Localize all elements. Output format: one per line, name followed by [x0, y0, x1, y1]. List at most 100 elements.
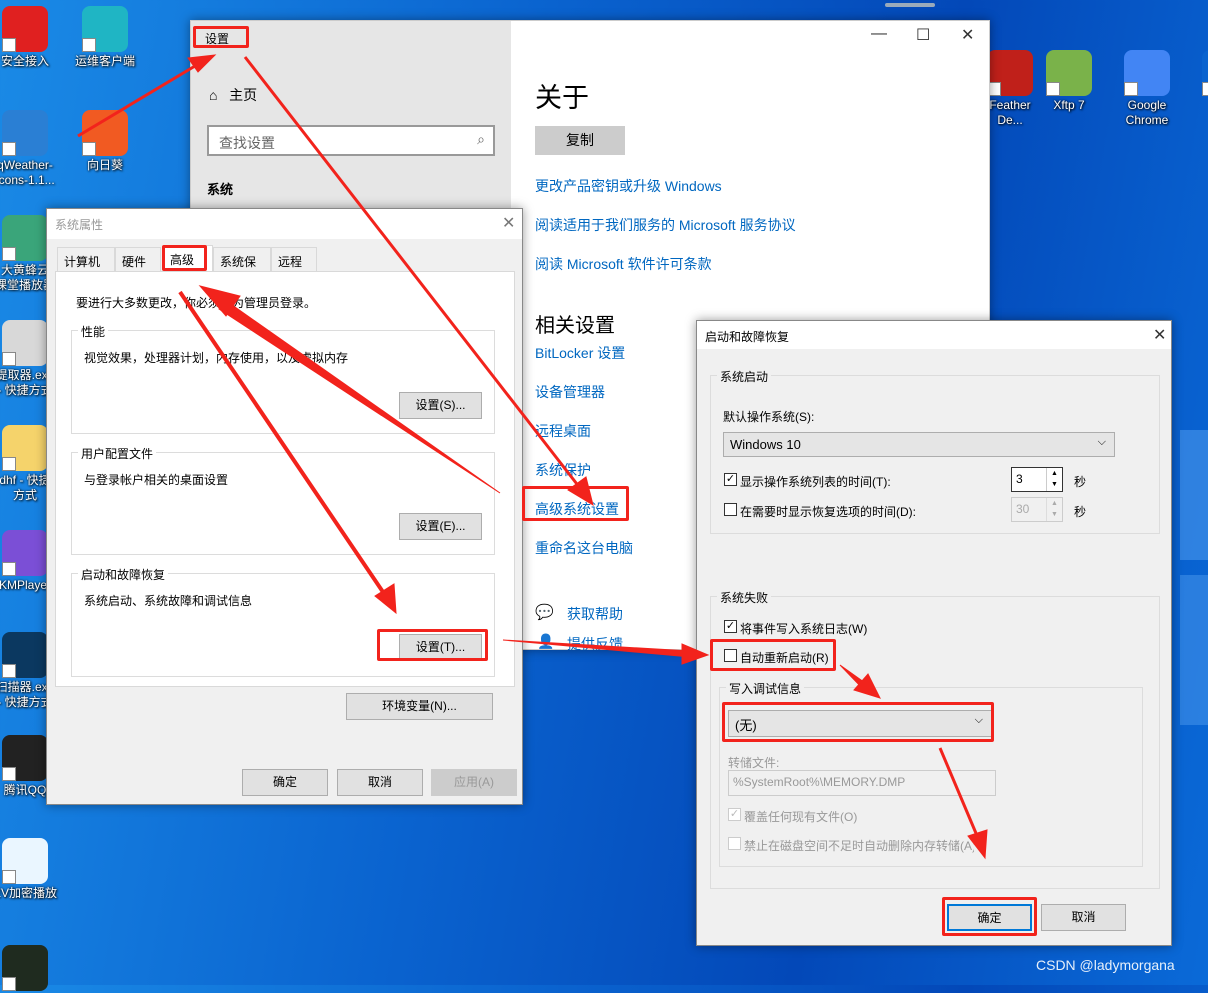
desktop-icon-label: Le — [1190, 98, 1208, 113]
home-icon: ⌂ — [209, 87, 218, 103]
app-icon — [1124, 50, 1170, 96]
maximize-button[interactable]: ☐ — [916, 25, 930, 45]
profile-settings-button[interactable]: 设置(E)... — [399, 513, 482, 540]
debug-info-select[interactable]: (无) ⌵ — [728, 710, 992, 737]
desktop-icon[interactable]: 安全接入 — [0, 6, 60, 69]
group-performance: 性能 视觉效果，处理器计划，内存使用，以及虚拟内存 设置(S)... — [71, 323, 495, 434]
desktop-icon[interactable] — [0, 945, 60, 993]
link-rename-pc[interactable]: 重命名这台电脑 — [535, 538, 633, 558]
window-title: 设置 — [205, 32, 230, 46]
tab-remote[interactable]: 远程 — [271, 247, 317, 272]
app-icon — [2, 838, 48, 884]
desktop-icon-label: Google Chrome — [1125, 98, 1169, 127]
apply-button[interactable]: 应用(A) — [431, 769, 517, 796]
search-input[interactable]: 查找设置 ⌕ — [207, 125, 495, 156]
wallpaper-pane — [1180, 430, 1208, 560]
performance-settings-button[interactable]: 设置(S)... — [399, 392, 482, 419]
cancel-button[interactable]: 取消 — [1041, 904, 1126, 931]
wallpaper-pane — [1180, 575, 1208, 725]
desktop-icon-label: 运维客户端 — [74, 54, 135, 68]
desktop-icon-label: qWeather- Icons-1.1... — [0, 158, 55, 187]
related-settings-title: 相关设置 — [535, 315, 615, 337]
disable-auto-delete-checkbox[interactable] — [728, 837, 741, 850]
cancel-button[interactable]: 取消 — [337, 769, 423, 796]
close-button[interactable]: ✕ — [1153, 325, 1166, 345]
app-icon — [2, 530, 48, 576]
show-recovery-checkbox[interactable] — [724, 503, 737, 516]
default-os-select[interactable]: Windows 10 ⌵ — [723, 432, 1115, 457]
nav-section-system[interactable]: 系统 — [207, 179, 233, 198]
tab-strip: 计算机名 硬件 高级 系统保护 远程 — [55, 245, 515, 286]
dialog-titlebar: 系统属性 — [47, 209, 522, 239]
auto-restart-checkbox[interactable] — [724, 649, 737, 662]
close-button[interactable]: ✕ — [502, 213, 515, 233]
desktop-icon-label: EV加密播放 — [0, 886, 57, 900]
desktop-icon[interactable]: Google Chrome — [1112, 50, 1182, 128]
tab-hardware[interactable]: 硬件 — [115, 247, 161, 272]
app-icon — [2, 945, 48, 991]
link-remote-desktop[interactable]: 远程桌面 — [535, 421, 591, 441]
app-icon — [987, 50, 1033, 96]
link-advanced-system-settings[interactable]: 高级系统设置 — [535, 499, 619, 519]
system-properties-dialog: 系统属性 ✕ 计算机名 硬件 高级 系统保护 远程 要进行大多数更改，你必须作为… — [46, 208, 523, 805]
help-icon: 💬 — [535, 604, 554, 621]
watermark: CSDN @ladymorgana — [1036, 957, 1175, 973]
startup-recovery-settings-button[interactable]: 设置(T)... — [399, 634, 482, 661]
overwrite-checkbox[interactable]: ✓ — [728, 808, 741, 821]
ok-button[interactable]: 确定 — [947, 904, 1032, 931]
desktop-icon[interactable]: Le — [1190, 50, 1208, 113]
app-icon — [82, 6, 128, 52]
link-change-product-key[interactable]: 更改产品密钥或升级 Windows — [535, 176, 722, 196]
group-system-startup: 系统启动 默认操作系统(S): Windows 10 ⌵ ✓ 显示操作系统列表的时… — [710, 368, 1160, 534]
tab-system-protection[interactable]: 系统保护 — [213, 247, 271, 286]
close-button[interactable]: ✕ — [961, 25, 974, 45]
desktop-icon-label: 安全接入 — [0, 54, 49, 68]
app-icon — [2, 110, 48, 156]
app-icon — [2, 425, 48, 471]
copy-button[interactable]: 复制 — [535, 126, 625, 155]
minimize-button[interactable]: — — [871, 25, 887, 43]
app-icon — [2, 320, 48, 366]
dump-file-input[interactable]: %SystemRoot%\MEMORY.DMP — [728, 770, 996, 796]
feedback-icon: 👤 — [537, 633, 555, 649]
recovery-time-spinner[interactable]: 30 ▲ ▼ — [1011, 497, 1063, 522]
group-startup-recovery: 启动和故障恢复 系统启动、系统故障和调试信息 设置(T)... — [71, 566, 495, 677]
app-icon — [2, 215, 48, 261]
spinner-arrows-icon[interactable]: ▲ ▼ — [1046, 498, 1062, 521]
chevron-down-icon: ⌵ — [1097, 436, 1106, 448]
app-icon — [2, 735, 48, 781]
link-feedback[interactable]: 提供反馈 — [567, 634, 623, 654]
dialog-titlebar: 启动和故障恢复 — [697, 321, 1171, 349]
desktop-icon[interactable]: Xftp 7 — [1034, 50, 1104, 113]
desktop-icon[interactable]: 运维客户端 — [70, 6, 140, 69]
environment-variables-button[interactable]: 环境变量(N)... — [346, 693, 493, 720]
page-title: 关于 — [535, 83, 589, 113]
app-icon — [2, 632, 48, 678]
link-service-agreement[interactable]: 阅读适用于我们服务的 Microsoft 服务协议 — [535, 215, 796, 235]
desktop-icon[interactable]: EV加密播放 — [0, 838, 60, 901]
nav-home[interactable]: ⌂ 主页 — [209, 85, 257, 105]
desktop-icon[interactable]: qWeather- Icons-1.1... — [0, 110, 60, 188]
top-slider[interactable] — [885, 3, 935, 7]
desktop-icon-label: 向日葵 — [86, 158, 123, 172]
chevron-down-icon: ⌵ — [974, 714, 983, 726]
ok-button[interactable]: 确定 — [242, 769, 328, 796]
tab-advanced[interactable]: 高级 — [163, 245, 213, 272]
write-event-checkbox[interactable]: ✓ — [724, 620, 737, 633]
link-get-help[interactable]: 获取帮助 — [567, 604, 623, 624]
link-bitlocker[interactable]: BitLocker 设置 — [535, 343, 625, 363]
os-list-time-spinner[interactable]: 3 ▲ ▼ — [1011, 467, 1063, 492]
show-os-list-checkbox[interactable]: ✓ — [724, 473, 737, 486]
link-device-manager[interactable]: 设备管理器 — [535, 382, 605, 402]
group-user-profiles: 用户配置文件 与登录帐户相关的桌面设置 设置(E)... — [71, 445, 495, 555]
startup-recovery-dialog: 启动和故障恢复 ✕ 系统启动 默认操作系统(S): Windows 10 ⌵ ✓ … — [696, 320, 1172, 946]
app-icon — [1202, 50, 1208, 96]
admin-note: 要进行大多数更改，你必须作为管理员登录。 — [76, 296, 317, 310]
tab-computer-name[interactable]: 计算机名 — [57, 247, 115, 286]
spinner-arrows-icon[interactable]: ▲ ▼ — [1046, 468, 1062, 491]
link-license-terms[interactable]: 阅读 Microsoft 软件许可条款 — [535, 254, 712, 274]
search-icon: ⌕ — [477, 131, 485, 147]
desktop-icon[interactable]: 向日葵 — [70, 110, 140, 173]
link-system-protection[interactable]: 系统保护 — [535, 460, 591, 480]
desktop-icon-label: Xftp 7 — [1053, 98, 1085, 112]
